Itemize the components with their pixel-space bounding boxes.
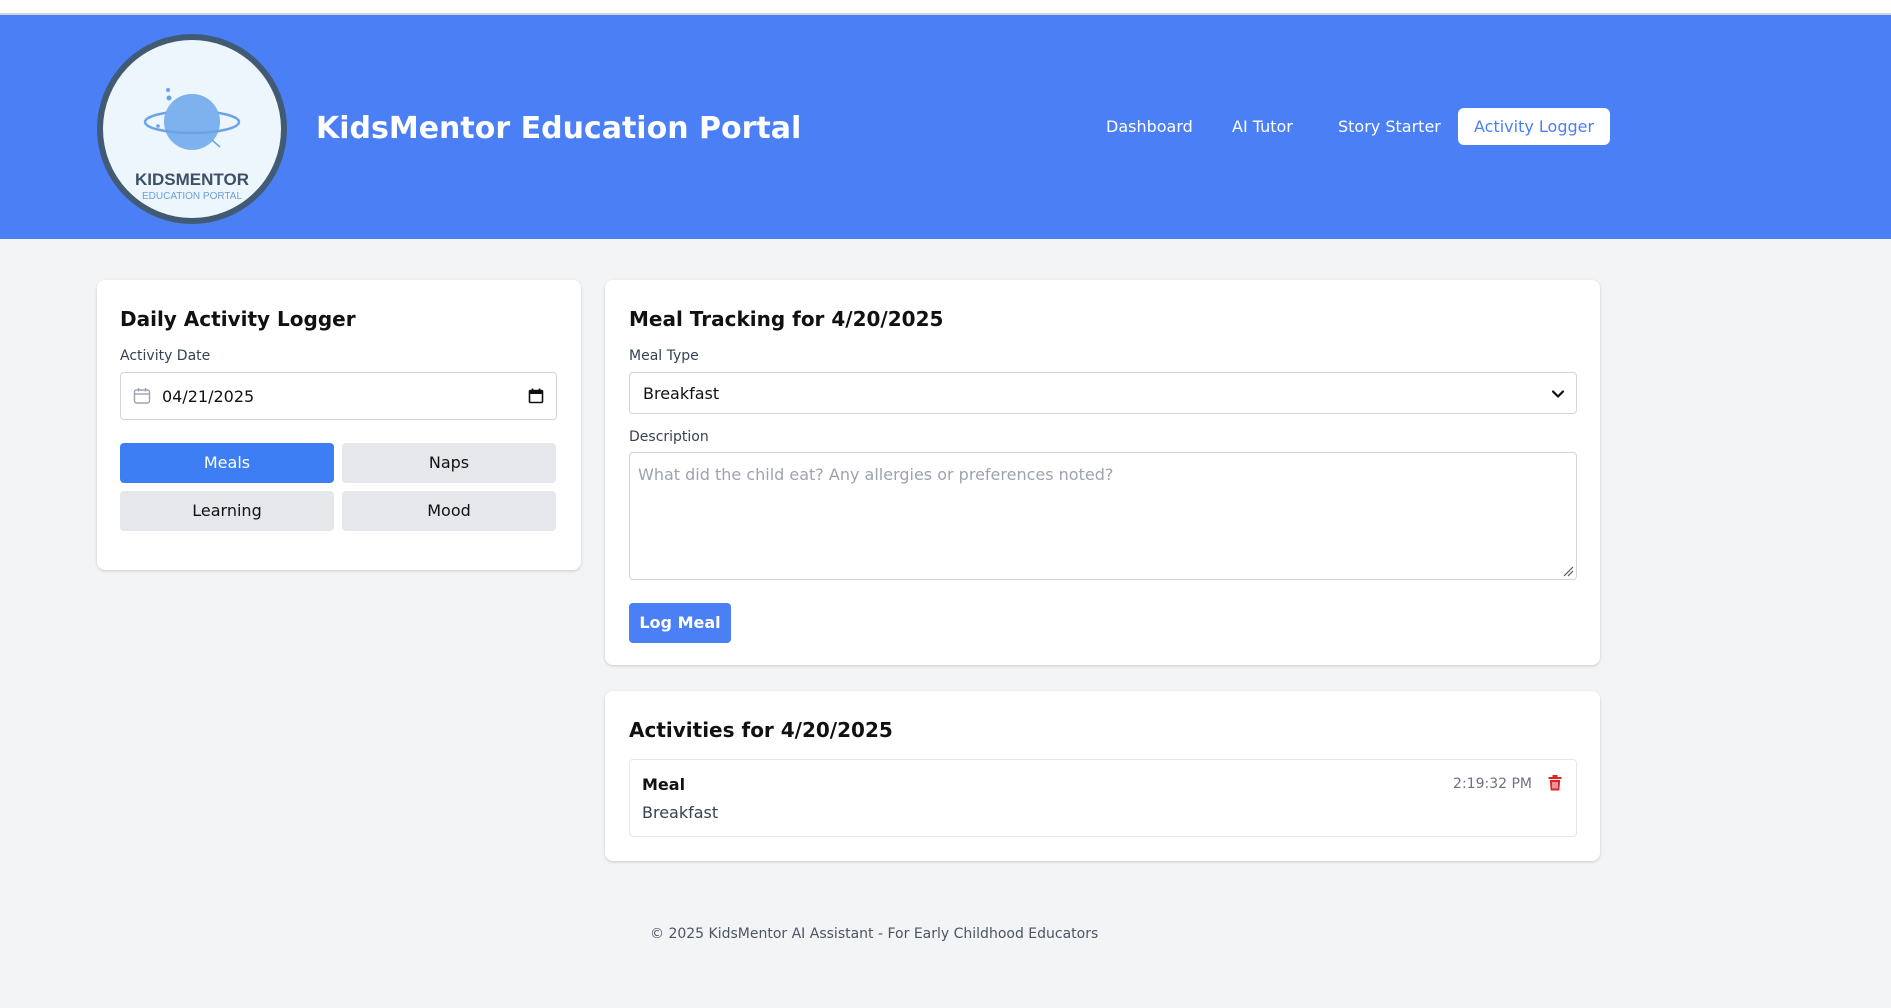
- description-placeholder: What did the child eat? Any allergies or…: [638, 465, 1114, 484]
- site-title: KidsMentor Education Portal: [316, 111, 802, 146]
- meal-type-value: Breakfast: [643, 384, 720, 403]
- description-textarea[interactable]: What did the child eat? Any allergies or…: [629, 452, 1577, 580]
- logo-title: KIDSMENTOR: [135, 170, 249, 189]
- daily-activity-logger-card: Daily Activity Logger Activity Date 04/2…: [97, 280, 581, 570]
- activity-date-label: Activity Date: [120, 348, 211, 364]
- tab-naps[interactable]: Naps: [342, 443, 556, 483]
- description-label: Description: [629, 429, 709, 445]
- activities-card: Activities for 4/20/2025 Meal Breakfast …: [605, 691, 1600, 861]
- resize-grip-icon[interactable]: [1562, 565, 1574, 577]
- activity-date-value: 04/21/2025: [162, 387, 255, 406]
- activity-time: 2:19:32 PM: [1453, 776, 1532, 792]
- tab-learning[interactable]: Learning: [120, 491, 334, 531]
- nav-dashboard[interactable]: Dashboard: [1090, 108, 1209, 145]
- site-header: KIDSMENTOR EDUCATION PORTAL KidsMentor E…: [0, 15, 1891, 239]
- activity-description: Breakfast: [642, 803, 719, 822]
- browser-top-edge: [0, 0, 1891, 15]
- nav-story-starter[interactable]: Story Starter: [1322, 108, 1457, 145]
- nav-activity-logger[interactable]: Activity Logger: [1458, 108, 1611, 145]
- date-picker-icon[interactable]: [528, 388, 544, 404]
- meal-tracking-title: Meal Tracking for 4/20/2025: [629, 307, 944, 331]
- calendar-icon: [133, 388, 151, 404]
- meal-type-label: Meal Type: [629, 348, 699, 364]
- meal-type-select[interactable]: Breakfast: [629, 372, 1577, 414]
- tab-meals[interactable]: Meals: [120, 443, 334, 483]
- activity-date-input[interactable]: 04/21/2025: [120, 372, 557, 420]
- activities-title: Activities for 4/20/2025: [629, 718, 893, 742]
- trash-icon[interactable]: [1548, 775, 1562, 791]
- activity-type: Meal: [642, 775, 686, 794]
- tab-mood[interactable]: Mood: [342, 491, 556, 531]
- footer-text: © 2025 KidsMentor AI Assistant - For Ear…: [650, 926, 1099, 942]
- meal-tracking-card: Meal Tracking for 4/20/2025 Meal Type Br…: [605, 280, 1600, 665]
- nav-ai-tutor[interactable]: AI Tutor: [1216, 108, 1309, 145]
- logo-subtitle: EDUCATION PORTAL: [141, 191, 242, 202]
- log-meal-button[interactable]: Log Meal: [629, 603, 731, 643]
- kidsmentor-logo[interactable]: KIDSMENTOR EDUCATION PORTAL: [97, 34, 287, 224]
- activity-list-item: Meal Breakfast 2:19:32 PM: [629, 759, 1577, 837]
- logger-title: Daily Activity Logger: [120, 307, 356, 331]
- chevron-down-icon: [1551, 390, 1565, 398]
